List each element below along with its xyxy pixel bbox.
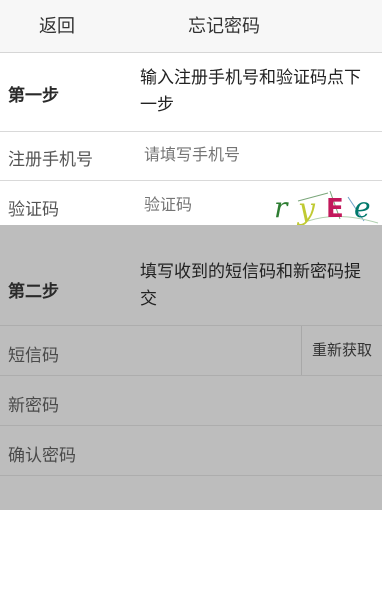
captcha-image[interactable]: r y E e (268, 181, 382, 229)
sms-row: 短信码 重新获取 (0, 326, 382, 376)
new-password-input[interactable] (144, 391, 364, 410)
top-bar: 返回 忘记密码 (0, 0, 382, 53)
verify-row: 验证码 r y E e (0, 181, 382, 229)
step-one-label: 第一步 (8, 86, 59, 106)
confirm-password-label: 确认密码 (8, 446, 76, 466)
captcha-char: y (296, 192, 316, 227)
step-two-label: 第二步 (8, 282, 59, 302)
resend-code-button[interactable]: 重新获取 (301, 326, 382, 375)
step-two-header: 第二步 填写收到的短信码和新密码提交 (0, 225, 382, 326)
confirm-password-input[interactable] (144, 441, 364, 460)
verify-code-input[interactable] (144, 195, 254, 214)
step-one-header: 第一步 输入注册手机号和验证码点下一步 (0, 53, 382, 132)
new-password-label: 新密码 (8, 396, 59, 416)
step-two-description: 填写收到的短信码和新密码提交 (140, 262, 361, 309)
sms-code-input[interactable] (144, 341, 284, 360)
phone-input[interactable] (144, 145, 344, 164)
captcha-char: r (274, 191, 289, 224)
step-one-description: 输入注册手机号和验证码点下一步 (140, 68, 361, 115)
confirm-password-row: 确认密码 (0, 426, 382, 476)
page-title: 忘记密码 (188, 16, 260, 37)
step-one-section: 第一步 输入注册手机号和验证码点下一步 注册手机号 验证码 r y E e (0, 53, 382, 227)
new-password-row: 新密码 (0, 376, 382, 426)
phone-label: 注册手机号 (8, 150, 93, 170)
phone-row: 注册手机号 (0, 132, 382, 181)
captcha-char: e (354, 191, 371, 224)
verify-label: 验证码 (8, 200, 59, 220)
step-two-section: 第二步 填写收到的短信码和新密码提交 短信码 重新获取 新密码 确认密码 (0, 225, 382, 510)
empty-area (0, 510, 382, 600)
sms-label: 短信码 (8, 346, 59, 366)
captcha-char: E (326, 194, 344, 224)
back-button[interactable]: 返回 (39, 12, 75, 38)
